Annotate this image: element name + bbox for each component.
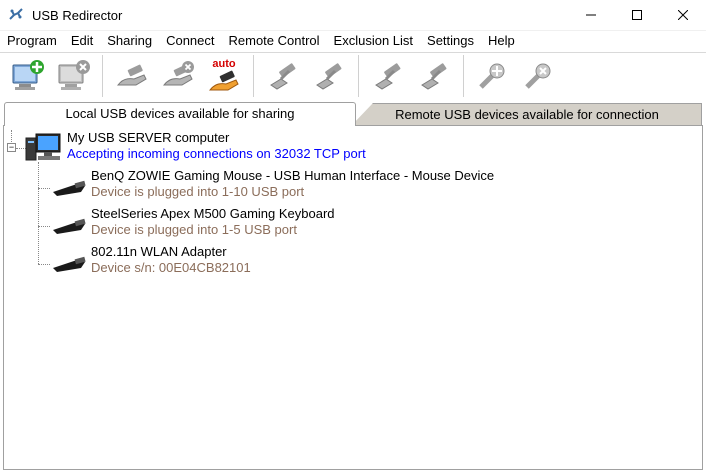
tree-line [38,188,50,189]
device-name: SteelSeries Apex M500 Gaming Keyboard [91,206,335,221]
disconnect-device-button[interactable] [306,54,352,98]
usb-device-icon [53,256,86,272]
menu-program[interactable]: Program [0,31,64,51]
auto-label: auto [212,57,236,70]
toolbar-separator [102,55,103,97]
connect-device-button[interactable] [260,54,306,98]
share-device-button[interactable] [109,54,155,98]
close-button[interactable] [660,0,706,31]
device-item[interactable]: SteelSeries Apex M500 Gaming Keyboard De… [91,206,335,238]
unshare-device-icon [162,61,194,86]
remote-disconnect-icon [421,63,447,90]
remove-computer-button[interactable] [50,54,96,98]
disconnect-device-icon [316,63,342,90]
toolbar-separator [463,55,464,97]
tab-local-devices[interactable]: Local USB devices available for sharing [4,102,356,126]
auto-share-button[interactable]: auto [201,54,247,98]
device-name: 802.11n WLAN Adapter [91,244,227,259]
usb-device-icon [53,218,86,234]
toolbar: auto [0,52,706,99]
server-computer-icon [25,133,61,161]
tab-remote-devices[interactable]: Remote USB devices available for connect… [352,103,702,125]
menu-remote-control[interactable]: Remote Control [222,31,327,51]
device-item[interactable]: BenQ ZOWIE Gaming Mouse - USB Human Inte… [91,168,494,200]
add-computer-icon [12,60,44,90]
title-bar: USB Redirector [0,0,706,31]
connect-device-icon [270,63,296,90]
tree-line [38,162,39,264]
remove-exclusion-button[interactable] [516,54,562,98]
menu-connect[interactable]: Connect [159,31,221,51]
remove-exclusion-icon [525,63,551,89]
menu-bar: Program Edit Sharing Connect Remote Cont… [0,31,706,51]
menu-settings[interactable]: Settings [420,31,481,51]
collapse-toggle[interactable]: − [7,143,16,152]
device-item[interactable]: 802.11n WLAN Adapter Device s/n: 00E04CB… [91,244,251,276]
device-tree-panel: − My USB SERVER computer Accepting incom… [3,125,703,470]
add-exclusion-button[interactable] [470,54,516,98]
tree-line [38,264,50,265]
auto-share-icon [208,70,239,90]
server-node[interactable]: My USB SERVER computer Accepting incomin… [67,130,366,162]
add-exclusion-icon [479,63,505,89]
toolbar-separator [253,55,254,97]
unshare-device-button[interactable] [155,54,201,98]
menu-edit[interactable]: Edit [64,31,100,51]
share-device-icon [116,64,147,86]
tree-line [38,226,50,227]
toolbar-separator [358,55,359,97]
window-title: USB Redirector [32,7,123,23]
device-detail: Device is plugged into 1-5 USB port [91,222,297,237]
add-computer-button[interactable] [4,54,50,98]
minimize-icon [586,14,596,16]
remote-disconnect-button[interactable] [411,54,457,98]
maximize-icon [632,10,642,20]
close-icon [678,10,688,20]
tab-strip: Local USB devices available for sharing … [0,100,706,126]
menu-exclusion-list[interactable]: Exclusion List [327,31,420,51]
remove-computer-icon [58,60,90,90]
menu-help[interactable]: Help [481,31,522,51]
minimize-button[interactable] [568,0,614,31]
device-detail: Device is plugged into 1-10 USB port [91,184,305,199]
device-name: BenQ ZOWIE Gaming Mouse - USB Human Inte… [91,168,495,183]
app-icon [8,7,24,23]
maximize-button[interactable] [614,0,660,31]
menu-sharing[interactable]: Sharing [100,31,159,51]
device-detail: Device s/n: 00E04CB82101 [91,260,251,275]
server-name: My USB SERVER computer [67,130,230,145]
remote-connect-button[interactable] [365,54,411,98]
remote-connect-icon [375,63,401,90]
usb-device-icon [53,180,86,196]
server-status: Accepting incoming connections on 32032 … [67,146,366,161]
